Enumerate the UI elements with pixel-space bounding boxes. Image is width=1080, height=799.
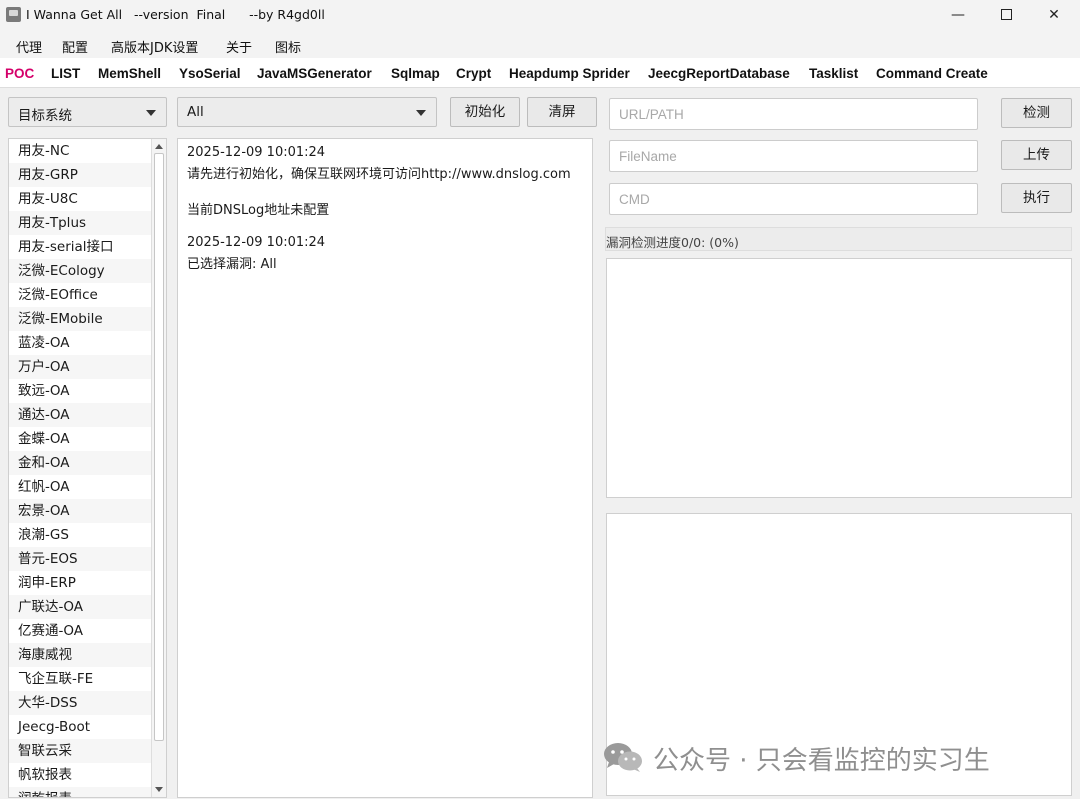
list-item[interactable]: 通达-OA (9, 403, 151, 427)
menu-icon[interactable]: 图标 (275, 37, 301, 56)
list-item[interactable]: 蓝凌-OA (9, 331, 151, 355)
list-item[interactable]: 亿赛通-OA (9, 619, 151, 643)
chevron-down-icon (146, 110, 156, 116)
tab-heapdump-sprider[interactable]: Heapdump Sprider (509, 66, 630, 81)
list-item[interactable]: 用友-serial接口 (9, 235, 151, 259)
cmd-field[interactable] (609, 183, 978, 215)
chevron-down-icon (416, 110, 426, 116)
upload-button[interactable]: 上传 (1001, 140, 1072, 170)
list-item[interactable]: 普元-EOS (9, 547, 151, 571)
list-item[interactable]: 泛微-EMobile (9, 307, 151, 331)
list-item[interactable]: 泛微-ECology (9, 259, 151, 283)
app-icon (6, 7, 21, 22)
list-item[interactable]: Jeecg-Boot (9, 715, 151, 739)
list-item[interactable]: 万户-OA (9, 355, 151, 379)
vulnerability-select[interactable]: All (177, 97, 437, 127)
log-output[interactable]: 2025-12-09 10:01:24 请先进行初始化，确保互联网环境可访问ht… (177, 138, 593, 798)
window-title: I Wanna Get All --version Final --by R4g… (26, 7, 325, 22)
log-timestamp: 2025-12-09 10:01:24 (187, 235, 326, 250)
list-item[interactable]: 广联达-OA (9, 595, 151, 619)
list-item[interactable]: 用友-Tplus (9, 211, 151, 235)
close-button[interactable]: ✕ (1030, 0, 1078, 30)
tab-ysoserial[interactable]: YsoSerial (179, 66, 241, 81)
list-item[interactable]: 金蝶-OA (9, 427, 151, 451)
clear-button[interactable]: 清屏 (527, 97, 597, 127)
list-scrollbar[interactable] (151, 139, 166, 797)
filename-input[interactable] (610, 141, 977, 171)
tab-bar: POC LIST MemShell YsoSerial JavaMSGenera… (0, 58, 1080, 88)
tab-list[interactable]: LIST (51, 66, 80, 81)
menu-proxy[interactable]: 代理 (16, 37, 42, 56)
tab-poc[interactable]: POC (5, 66, 34, 81)
log-line: 请先进行初始化，确保互联网环境可访问http://www.dnslog.com (187, 167, 571, 182)
maximize-button[interactable] (982, 0, 1030, 30)
vulnerability-value: All (187, 104, 204, 120)
list-item[interactable]: 泛微-EOffice (9, 283, 151, 307)
title-bar: I Wanna Get All --version Final --by R4g… (0, 0, 1080, 30)
target-list[interactable]: 用友-NC 用友-GRP 用友-U8C 用友-Tplus 用友-serial接口… (8, 138, 167, 798)
list-item[interactable]: 帆软报表 (9, 763, 151, 787)
list-item[interactable]: 大华-DSS (9, 691, 151, 715)
detect-button[interactable]: 检测 (1001, 98, 1072, 128)
result-output[interactable] (606, 258, 1072, 498)
url-field[interactable] (609, 98, 978, 130)
menu-config[interactable]: 配置 (62, 37, 88, 56)
list-item[interactable]: 用友-GRP (9, 163, 151, 187)
log-line: 已选择漏洞: All (187, 257, 277, 272)
init-button[interactable]: 初始化 (450, 97, 520, 127)
list-item[interactable]: 飞企互联-FE (9, 667, 151, 691)
menu-bar: 代理 配置 高版本JDK设置 关于 图标 (0, 30, 1080, 58)
detection-progress-bar: 漏洞检测进度0/0: (0%) (605, 227, 1072, 251)
execute-button[interactable]: 执行 (1001, 183, 1072, 213)
tab-memshell[interactable]: MemShell (98, 66, 161, 81)
scrollbar-thumb[interactable] (154, 153, 164, 741)
tab-jeecg-report-database[interactable]: JeecgReportDatabase (648, 66, 790, 81)
list-item[interactable]: 致远-OA (9, 379, 151, 403)
list-item[interactable]: 红帆-OA (9, 475, 151, 499)
tab-command-create[interactable]: Command Create (876, 66, 988, 81)
url-input[interactable] (610, 99, 977, 129)
log-line: 当前DNSLog地址未配置 (187, 203, 330, 218)
scroll-up-icon[interactable] (155, 144, 163, 149)
menu-jdk-settings[interactable]: 高版本JDK设置 (111, 37, 198, 56)
log-timestamp: 2025-12-09 10:01:24 (187, 145, 326, 160)
cmd-input[interactable] (610, 184, 977, 214)
list-item[interactable]: 用友-U8C (9, 187, 151, 211)
list-item[interactable]: 海康威视 (9, 643, 151, 667)
target-system-select[interactable]: 目标系统 (8, 97, 167, 127)
tab-crypt[interactable]: Crypt (456, 66, 491, 81)
progress-label: 漏洞检测进度0/0: (0%) (606, 235, 739, 250)
list-item[interactable]: 润乾报表 (9, 787, 151, 797)
watermark-text: 公众号 · 只会看监控的实习生 (653, 746, 990, 776)
list-item[interactable]: 金和-OA (9, 451, 151, 475)
tab-sqlmap[interactable]: Sqlmap (391, 66, 440, 81)
menu-about[interactable]: 关于 (226, 37, 252, 56)
tab-tasklist[interactable]: Tasklist (809, 66, 858, 81)
filename-field[interactable] (609, 140, 978, 172)
watermark: 公众号 · 只会看监控的实习生 (603, 738, 1053, 778)
target-system-value: 目标系统 (18, 108, 72, 124)
list-item[interactable]: 润申-ERP (9, 571, 151, 595)
minimize-button[interactable]: — (934, 0, 982, 30)
poc-panel: 目标系统 All 初始化 清屏 用友-NC 用友-GRP 用友-U8C 用友-T… (0, 88, 1080, 799)
list-item[interactable]: 浪潮-GS (9, 523, 151, 547)
list-item[interactable]: 宏景-OA (9, 499, 151, 523)
list-item[interactable]: 用友-NC (9, 139, 151, 163)
wechat-icon (604, 743, 642, 772)
list-item[interactable]: 智联云采 (9, 739, 151, 763)
maximize-icon (1000, 9, 1012, 20)
scroll-down-icon[interactable] (155, 787, 163, 792)
tab-javamsgenerator[interactable]: JavaMSGenerator (257, 66, 372, 81)
